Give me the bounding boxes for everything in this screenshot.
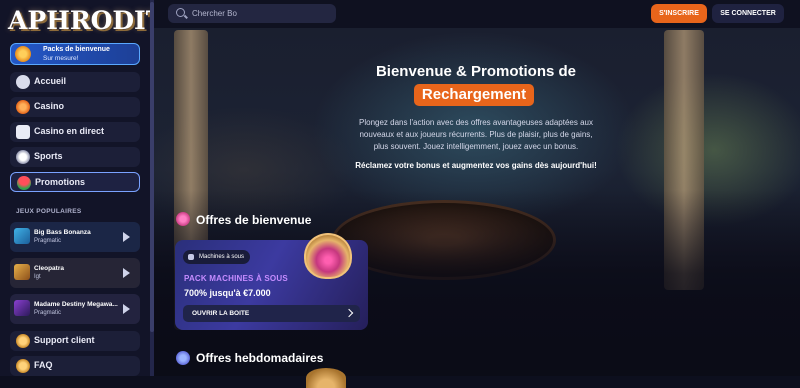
hero-title: Bienvenue & Promotions de xyxy=(375,63,577,80)
sidebar-item-label: Casino xyxy=(34,101,65,111)
treasure-shell-image xyxy=(306,368,346,388)
game-name: Madame Destiny Megawa... xyxy=(34,301,118,308)
treasure-shell-image xyxy=(304,233,352,279)
welcome-packs-subtitle: Sur mesure! xyxy=(43,55,79,62)
weekly-offers-title: Offres hebdomadaires xyxy=(196,351,324,365)
signup-button[interactable]: S'INSCRIRE xyxy=(651,4,707,23)
login-button[interactable]: SE CONNECTER xyxy=(712,4,784,23)
play-icon[interactable] xyxy=(123,268,130,278)
offer-amount: 700% jusqu'à €7.000 xyxy=(184,288,271,298)
dice-icon xyxy=(16,125,30,139)
hero-description: Plongez dans l'action avec des offres av… xyxy=(359,118,593,151)
play-icon[interactable] xyxy=(123,304,130,314)
hero-highlight: Rechargement xyxy=(414,84,534,106)
popular-games-heading: JEUX POPULAIRES xyxy=(16,208,82,215)
game-name: Big Bass Bonanza xyxy=(34,229,91,236)
sidebar-item-sports[interactable]: Sports xyxy=(10,147,140,167)
game-item-big-bass-bonanza[interactable]: Big Bass Bonanza Pragmatic xyxy=(10,222,140,252)
offer-name: PACK MACHINES À SOUS xyxy=(184,274,288,283)
watermelon-icon xyxy=(17,176,31,190)
sidebar-item-label: Support client xyxy=(34,335,95,345)
play-icon[interactable] xyxy=(123,232,130,242)
game-item-madame-destiny[interactable]: Madame Destiny Megawa... Pragmatic xyxy=(10,294,140,324)
soccer-ball-icon xyxy=(16,150,30,164)
sidebar-item-label: FAQ xyxy=(34,360,53,370)
welcome-offers-title: Offres de bienvenue xyxy=(196,213,312,227)
open-box-button[interactable]: OUVRIR LA BOITE xyxy=(183,305,360,322)
sidebar-item-support[interactable]: Support client xyxy=(10,331,140,351)
sidebar-item-home[interactable]: Accueil xyxy=(10,72,140,92)
search-icon xyxy=(176,8,185,17)
sidebar-item-live-casino[interactable]: Casino en direct xyxy=(10,122,140,142)
welcome-packs-title: Packs de bienvenue xyxy=(43,46,110,53)
sidebar-item-label: Casino en direct xyxy=(34,126,105,136)
chevron-right-icon xyxy=(344,308,354,318)
casino-chip-icon xyxy=(16,100,30,114)
game-provider: Igt xyxy=(34,274,41,280)
game-name: Cleopatra xyxy=(34,265,64,272)
home-icon xyxy=(16,75,30,89)
sidebar: APHRODITE Packs de bienvenue Sur mesure!… xyxy=(0,0,153,376)
game-provider: Pragmatic xyxy=(34,238,62,244)
offer-tag: Machines à sous xyxy=(183,250,251,264)
aphrodite-logo[interactable]: APHRODITE xyxy=(8,6,152,36)
faq-icon xyxy=(16,359,30,373)
hero-cta-text: Réclamez votre bonus et augmentez vos ga… xyxy=(355,161,597,170)
sidebar-item-casino[interactable]: Casino xyxy=(10,97,140,117)
sidebar-item-faq[interactable]: FAQ xyxy=(10,356,140,376)
game-thumbnail xyxy=(14,228,30,244)
welcome-packs-banner[interactable]: Packs de bienvenue Sur mesure! xyxy=(10,43,140,65)
game-thumbnail xyxy=(14,300,30,316)
gift-icon xyxy=(15,46,31,62)
game-item-cleopatra[interactable]: Cleopatra Igt xyxy=(10,258,140,288)
search-bar[interactable] xyxy=(168,4,336,23)
game-provider: Pragmatic xyxy=(34,310,62,316)
shell-icon xyxy=(176,212,190,226)
sidebar-item-promotions[interactable]: Promotions xyxy=(10,172,140,192)
sidebar-item-label: Accueil xyxy=(34,76,67,86)
sidebar-item-label: Sports xyxy=(34,151,63,161)
sidebar-item-label: Promotions xyxy=(35,177,86,187)
open-box-label: OUVRIR LA BOITE xyxy=(192,310,250,317)
game-thumbnail xyxy=(14,264,30,280)
sidebar-scrollbar-thumb[interactable] xyxy=(150,2,154,332)
support-icon xyxy=(16,334,30,348)
search-input[interactable] xyxy=(192,6,332,21)
shell-icon xyxy=(176,351,190,365)
